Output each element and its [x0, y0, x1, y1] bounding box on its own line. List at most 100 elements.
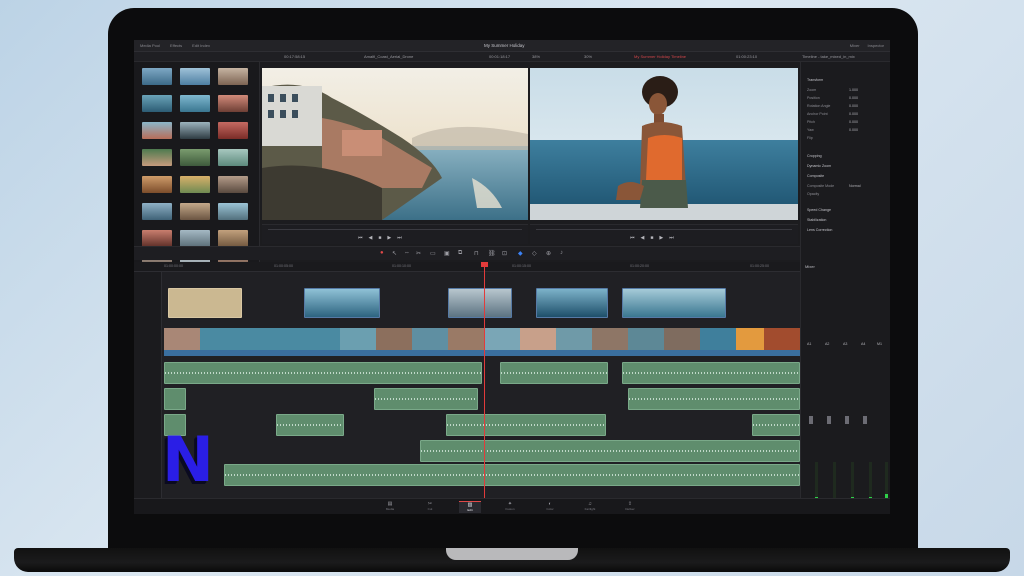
audio-clip[interactable] — [164, 388, 186, 410]
inspector-section-transform[interactable]: Transform — [807, 78, 823, 82]
media-thumbnail[interactable] — [180, 95, 210, 112]
zoom-right[interactable]: 30% — [584, 54, 592, 59]
audio-clip[interactable] — [276, 414, 344, 436]
stop-icon[interactable]: ■ — [378, 235, 381, 241]
media-thumbnail[interactable] — [142, 95, 172, 112]
page-tab-fairlight[interactable]: ♫ Fairlight — [579, 501, 601, 513]
media-thumbnail[interactable] — [218, 230, 248, 247]
play-icon[interactable]: ▶ — [659, 235, 663, 241]
audio-clip[interactable] — [446, 414, 606, 436]
audio-clip[interactable] — [500, 362, 608, 384]
channel-fader[interactable] — [827, 416, 831, 424]
inspector-field-value[interactable]: 0.000 — [849, 128, 858, 132]
audio-icon[interactable]: ♪ — [560, 250, 563, 256]
media-thumbnail[interactable] — [180, 149, 210, 166]
source-viewer[interactable] — [262, 68, 528, 220]
media-thumbnail[interactable] — [218, 68, 248, 85]
snap-icon[interactable]: ⊓ — [474, 250, 479, 257]
blade-icon[interactable]: ✂ — [416, 250, 421, 257]
media-thumbnail[interactable] — [142, 122, 172, 139]
media-thumbnail[interactable] — [180, 122, 210, 139]
selection-icon[interactable]: ↖ — [392, 250, 397, 257]
video-clip[interactable] — [304, 288, 380, 318]
zoom-left[interactable]: 38% — [532, 54, 540, 59]
step-back-icon[interactable]: ◀ — [369, 235, 373, 241]
source-scrubber[interactable] — [268, 229, 522, 230]
channel-fader[interactable] — [845, 416, 849, 424]
inspector-section-cropping[interactable]: Cropping — [807, 154, 822, 158]
inspector-section-dynamic-zoom[interactable]: Dynamic Zoom — [807, 164, 831, 168]
marker-icon[interactable]: ◇ — [532, 250, 537, 257]
link-icon[interactable]: ⛓ — [488, 250, 496, 257]
page-tab-color[interactable]: ◐ Color — [539, 501, 561, 513]
replace-icon[interactable]: ⧉ — [458, 250, 462, 257]
playhead-handle[interactable] — [481, 262, 488, 267]
overwrite-icon[interactable]: ▣ — [444, 250, 450, 257]
top-bar-item[interactable]: Effects — [170, 43, 182, 48]
flag-icon[interactable]: ● — [380, 250, 384, 256]
program-viewer[interactable] — [530, 68, 798, 220]
stop-icon[interactable]: ■ — [650, 235, 653, 241]
timeline-ruler[interactable]: 01:00:00:00 01:00:05:00 01:00:10:00 01:0… — [134, 262, 800, 272]
audio-clip[interactable] — [752, 414, 800, 436]
video-track-v1[interactable] — [164, 328, 800, 350]
media-thumbnail[interactable] — [218, 203, 248, 220]
lock-icon[interactable]: ⊡ — [502, 250, 507, 257]
audio-clip[interactable] — [628, 388, 800, 410]
media-thumbnail[interactable] — [218, 149, 248, 166]
media-thumbnail[interactable] — [142, 149, 172, 166]
inspector-section-composite[interactable]: Composite — [807, 174, 824, 178]
video-clip[interactable] — [622, 288, 726, 318]
inspector-field-value[interactable]: 1.000 — [849, 88, 858, 92]
insert-icon[interactable]: ▭ — [430, 250, 436, 257]
page-tab-fusion[interactable]: ✦ Fusion — [499, 501, 521, 513]
top-bar-item[interactable]: Inspector — [868, 43, 884, 48]
audio-clip[interactable] — [622, 362, 800, 384]
media-thumbnail[interactable] — [180, 203, 210, 220]
top-bar-item[interactable]: Edit Index — [192, 43, 210, 48]
media-thumbnail[interactable] — [142, 68, 172, 85]
media-thumbnail[interactable] — [180, 68, 210, 85]
timeline[interactable]: 01:00:00:00 01:00:05:00 01:00:10:00 01:0… — [134, 262, 800, 498]
marker-blue-icon[interactable]: ◆ — [518, 250, 523, 257]
inspector-section-speed-change[interactable]: Speed Change — [807, 208, 831, 212]
trim-icon[interactable]: ⇔ — [404, 250, 410, 256]
video-clip[interactable] — [536, 288, 608, 318]
inspector-field-value[interactable]: 0.000 — [849, 104, 858, 108]
media-thumbnail[interactable] — [142, 176, 172, 193]
inspector-field-value[interactable]: 0.000 — [849, 120, 858, 124]
video-clip[interactable] — [168, 288, 242, 318]
playhead[interactable] — [484, 262, 485, 498]
timeline-name[interactable]: My Summer Holiday Timeline — [634, 54, 686, 59]
composite-mode-value[interactable]: Normal — [849, 184, 861, 188]
step-back-icon[interactable]: ◀ — [641, 235, 645, 241]
skip-back-icon[interactable]: ⏮ — [630, 235, 635, 241]
skip-forward-icon[interactable]: ⏭ — [397, 235, 402, 241]
media-thumbnail[interactable] — [218, 122, 248, 139]
skip-forward-icon[interactable]: ⏭ — [669, 235, 674, 241]
audio-clip[interactable] — [164, 362, 482, 384]
audio-clip[interactable] — [374, 388, 478, 410]
program-scrubber[interactable] — [536, 229, 792, 230]
media-thumbnail[interactable] — [218, 176, 248, 193]
audio-clip[interactable] — [224, 464, 800, 486]
media-thumbnail[interactable] — [180, 176, 210, 193]
media-thumbnail[interactable] — [218, 95, 248, 112]
inspector-section-lens-correction[interactable]: Lens Correction — [807, 228, 832, 232]
skip-back-icon[interactable]: ⏮ — [358, 235, 363, 241]
audio-clip[interactable] — [420, 440, 800, 462]
top-bar-item[interactable]: Mixer — [850, 43, 860, 48]
page-tab-edit[interactable]: ▥ Edit — [459, 501, 481, 513]
inspector-field-value[interactable]: 0.000 — [849, 96, 858, 100]
video-clip[interactable] — [448, 288, 512, 318]
page-tab-media[interactable]: ▤ Media — [379, 501, 401, 513]
top-bar-item[interactable]: Media Pool — [140, 43, 160, 48]
page-tab-deliver[interactable]: ⇪ Deliver — [619, 501, 641, 513]
play-icon[interactable]: ▶ — [387, 235, 391, 241]
inspector-section-stabilization[interactable]: Stabilization — [807, 218, 826, 222]
media-thumbnail[interactable] — [180, 230, 210, 247]
zoom-icon[interactable]: ⊕ — [546, 250, 551, 257]
inspector-field-value[interactable]: 0.000 — [849, 112, 858, 116]
page-tab-cut[interactable]: ✂ Cut — [419, 501, 441, 513]
media-thumbnail[interactable] — [142, 203, 172, 220]
